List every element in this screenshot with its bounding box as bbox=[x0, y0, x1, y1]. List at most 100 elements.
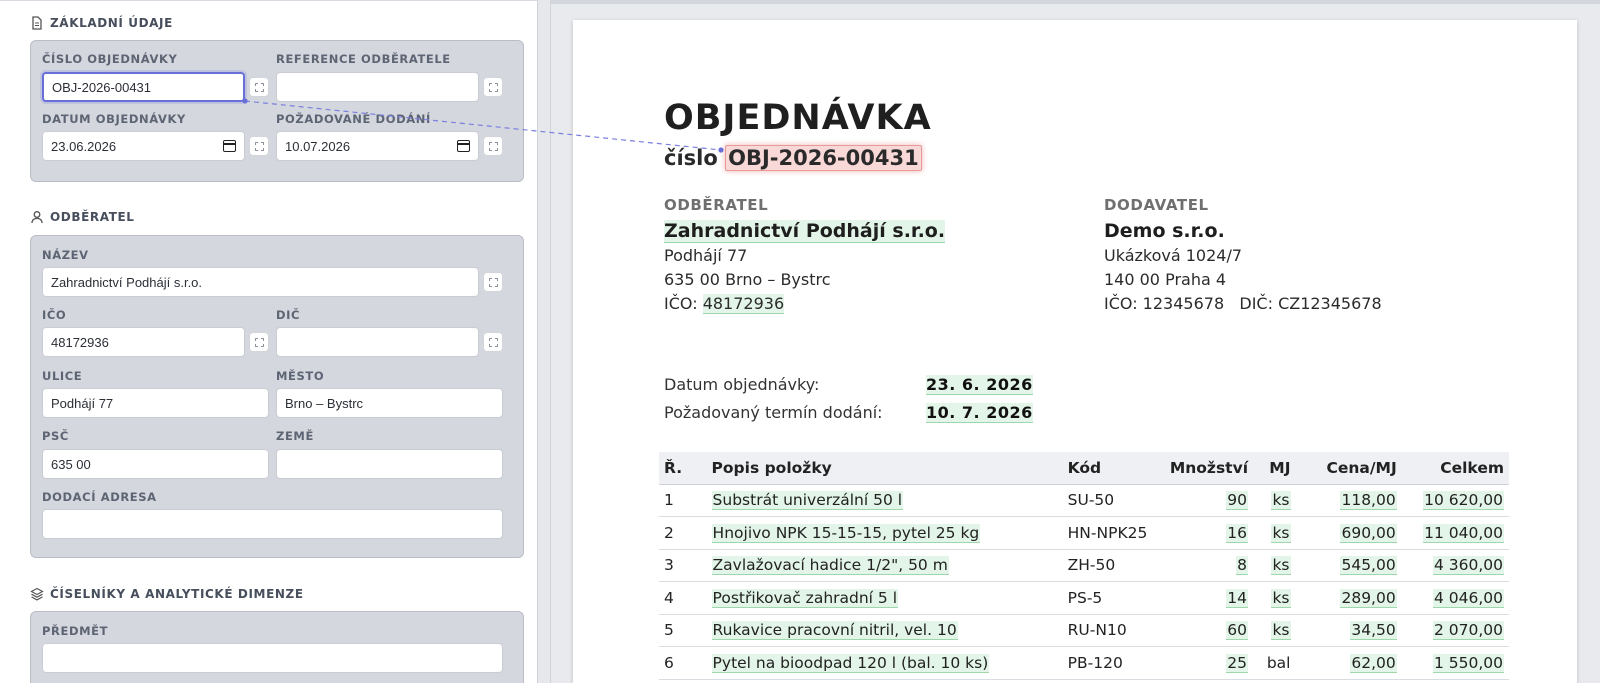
item-total-text[interactable]: 1 550,00 bbox=[1432, 653, 1504, 673]
item-description-text[interactable]: Postřikovač zahradní 5 l bbox=[711, 588, 899, 608]
delivery-date: 10. 7. 2026 bbox=[926, 403, 1033, 423]
item-unit-price-text[interactable]: 118,00 bbox=[1340, 491, 1397, 511]
item-unit-price: 34,50 bbox=[1295, 614, 1402, 647]
delivery-address-input[interactable] bbox=[42, 509, 503, 539]
splitter-scrollbar[interactable] bbox=[537, 0, 551, 683]
row-number-text: 3 bbox=[664, 556, 674, 575]
item-unit-price-text[interactable]: 289,00 bbox=[1340, 588, 1397, 608]
section-basic-title: ZÁKLADNÍ ÚDAJE bbox=[50, 16, 173, 30]
order-date-text[interactable]: 23. 6. 2026 bbox=[926, 375, 1033, 395]
row-number: 4 bbox=[659, 581, 707, 615]
item-unit-text[interactable]: ks bbox=[1271, 491, 1291, 511]
item-code-text: RU-N10 bbox=[1067, 621, 1127, 640]
supplier-name: Demo s.r.o. bbox=[1104, 220, 1225, 242]
item-code-text: PB-120 bbox=[1067, 653, 1123, 672]
row-number-text: 6 bbox=[664, 653, 674, 672]
item-quantity-text[interactable]: 90 bbox=[1226, 491, 1249, 511]
layers-icon bbox=[30, 587, 44, 601]
item-unit-price-text[interactable]: 34,50 bbox=[1350, 621, 1397, 641]
row-number: 5 bbox=[659, 614, 707, 647]
order-date-input[interactable]: 23.06.2026 bbox=[42, 131, 245, 161]
item-unit-text[interactable]: ks bbox=[1271, 588, 1291, 608]
subject-label: PŘEDMĚT bbox=[42, 624, 109, 638]
item-description-text[interactable]: Substrát univerzální 50 l bbox=[711, 491, 904, 511]
customer-card: NÁZEV IČO DIČ ULICE MĚSTO PSČ ZEMĚ DODAC… bbox=[30, 235, 524, 558]
zip-label: PSČ bbox=[42, 429, 69, 443]
document-number-prefix: číslo bbox=[664, 146, 718, 170]
item-unit-price-text[interactable]: 62,00 bbox=[1350, 653, 1397, 673]
item-total-text[interactable]: 2 070,00 bbox=[1432, 621, 1504, 641]
zip-input[interactable] bbox=[42, 449, 269, 479]
dashed-square-icon bbox=[254, 82, 264, 92]
item-description-text[interactable]: Rukavice pracovní nitril, vel. 10 bbox=[711, 621, 958, 641]
customer-name-input[interactable] bbox=[42, 267, 479, 297]
street-input[interactable] bbox=[42, 388, 269, 418]
supplier-ids: IČO: 12345678 DIČ: CZ12345678 bbox=[1104, 294, 1382, 313]
document-number[interactable]: OBJ-2026-00431 bbox=[725, 145, 922, 171]
item-quantity-text[interactable]: 14 bbox=[1226, 588, 1249, 608]
supplier-heading: DODAVATEL bbox=[1104, 196, 1209, 214]
delivery-date-link-button[interactable] bbox=[483, 136, 503, 156]
item-quantity-text[interactable]: 60 bbox=[1226, 621, 1249, 641]
item-description: Hnojivo NPK 15-15-15, pytel 25 kg bbox=[706, 516, 1063, 550]
order-number-input[interactable] bbox=[42, 72, 245, 102]
col-description: Popis položky bbox=[706, 452, 1063, 485]
item-unit-text[interactable]: ks bbox=[1271, 556, 1291, 576]
dashed-square-icon bbox=[488, 82, 498, 92]
item-code: ZH-50 bbox=[1062, 549, 1164, 582]
item-unit-price: 62,00 bbox=[1295, 646, 1402, 680]
row-number: 6 bbox=[659, 646, 707, 680]
customer-street: Podhájí 77 bbox=[664, 246, 748, 265]
item-description: Pytel na bioodpad 120 l (bal. 10 ks) bbox=[706, 646, 1063, 680]
item-total-text[interactable]: 4 360,00 bbox=[1432, 556, 1504, 576]
item-description-text[interactable]: Hnojivo NPK 15-15-15, pytel 25 kg bbox=[711, 523, 981, 543]
item-unit-text[interactable]: ks bbox=[1271, 621, 1291, 641]
item-quantity-text[interactable]: 16 bbox=[1226, 523, 1249, 543]
delivery-date-input[interactable]: 10.07.2026 bbox=[276, 131, 479, 161]
row-number-text: 4 bbox=[664, 588, 674, 607]
item-quantity: 14 bbox=[1163, 581, 1254, 615]
ico-input[interactable] bbox=[42, 327, 245, 357]
item-total-text[interactable]: 4 046,00 bbox=[1432, 588, 1504, 608]
item-unit-price-text[interactable]: 545,00 bbox=[1340, 556, 1397, 576]
calendar-icon[interactable] bbox=[223, 140, 236, 152]
row-number: 1 bbox=[659, 484, 707, 517]
col-unit-price: Cena/MJ bbox=[1295, 452, 1402, 485]
customer-ico[interactable]: 48172936 bbox=[702, 294, 785, 314]
table-row: 2 Hnojivo NPK 15-15-15, pytel 25 kg HN-NPK… bbox=[659, 516, 1509, 550]
item-quantity-text[interactable]: 8 bbox=[1236, 556, 1249, 576]
item-total: 11 040,00 bbox=[1401, 516, 1509, 550]
calendar-icon[interactable] bbox=[457, 140, 470, 152]
customer-ref-link-button[interactable] bbox=[483, 77, 503, 97]
item-total-text[interactable]: 10 620,00 bbox=[1423, 491, 1504, 511]
item-quantity: 8 bbox=[1163, 549, 1254, 582]
customer-name-link-button[interactable] bbox=[483, 272, 503, 292]
customer-ref-input[interactable] bbox=[276, 72, 479, 102]
dic-input[interactable] bbox=[276, 327, 479, 357]
item-code-text: ZH-50 bbox=[1067, 556, 1116, 575]
item-total-text[interactable]: 11 040,00 bbox=[1423, 523, 1504, 543]
subject-input[interactable] bbox=[42, 643, 503, 673]
dic-link-button[interactable] bbox=[483, 332, 503, 352]
customer-name-text[interactable]: Zahradnictví Podhájí s.r.o. bbox=[664, 220, 946, 243]
dashed-square-icon bbox=[488, 141, 498, 151]
delivery-date-text[interactable]: 10. 7. 2026 bbox=[926, 403, 1033, 423]
order-date-link-button[interactable] bbox=[249, 136, 269, 156]
section-dimensions-title: ČÍSELNÍKY A ANALYTICKÉ DIMENZE bbox=[50, 587, 304, 601]
item-description-text[interactable]: Pytel na bioodpad 120 l (bal. 10 ks) bbox=[711, 653, 990, 673]
ico-label: IČO bbox=[42, 308, 67, 322]
item-unit-price: 118,00 bbox=[1295, 484, 1402, 517]
country-input[interactable] bbox=[276, 449, 503, 479]
item-quantity-text[interactable]: 25 bbox=[1226, 653, 1249, 673]
item-description-text[interactable]: Zavlažovací hadice 1/2", 50 m bbox=[711, 556, 949, 576]
order-number-link-button[interactable] bbox=[249, 77, 269, 97]
item-unit-price-text[interactable]: 690,00 bbox=[1340, 523, 1397, 543]
item-unit-text[interactable]: ks bbox=[1271, 523, 1291, 543]
city-input[interactable] bbox=[276, 388, 503, 418]
row-number-text: 5 bbox=[664, 621, 674, 640]
item-unit-price: 690,00 bbox=[1295, 516, 1402, 550]
row-number: 3 bbox=[659, 549, 707, 582]
item-description: Rukavice pracovní nitril, vel. 10 bbox=[706, 614, 1063, 647]
country-label: ZEMĚ bbox=[276, 429, 314, 443]
ico-link-button[interactable] bbox=[249, 332, 269, 352]
